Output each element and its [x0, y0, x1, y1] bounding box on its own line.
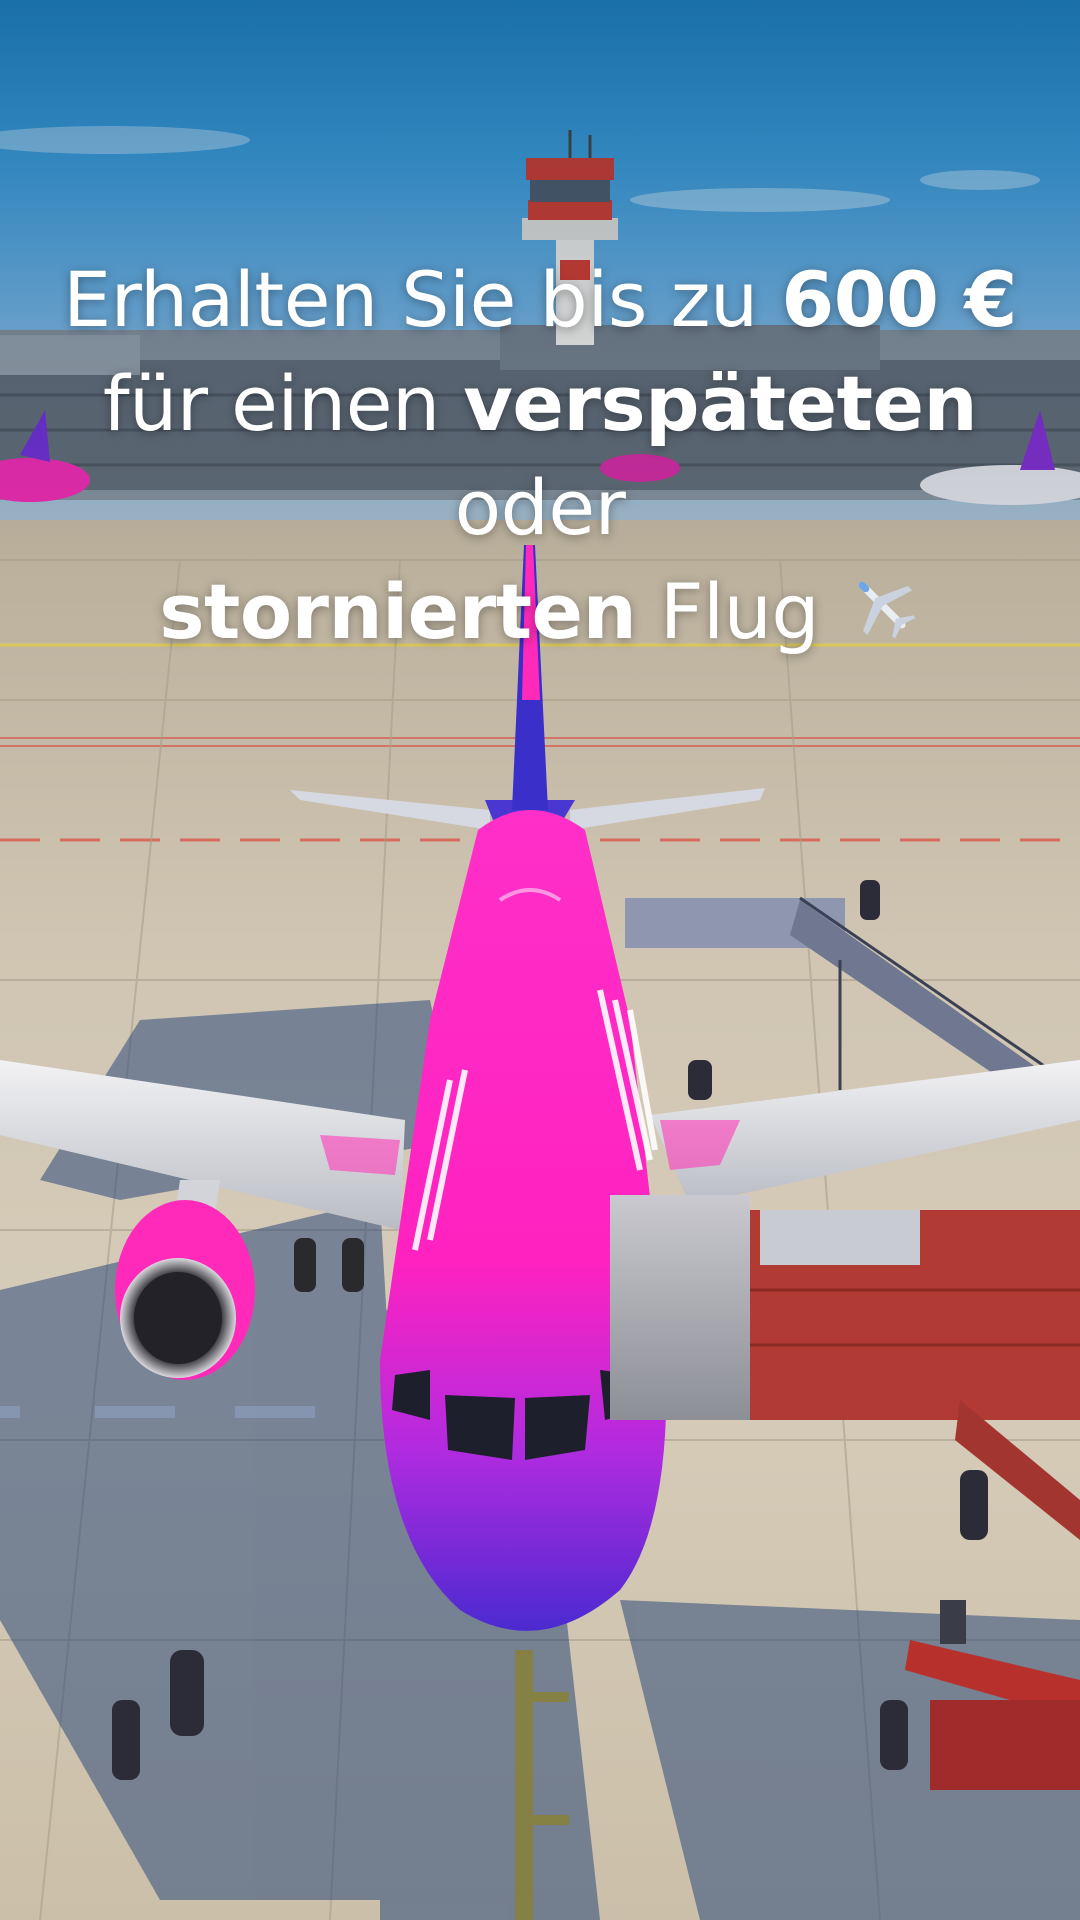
headline-line-2-text: für einen [102, 359, 464, 448]
headline-amount: 600 € [781, 255, 1017, 344]
headline-line-3: stornierten Flug [20, 560, 1060, 670]
right-wing [650, 1060, 1080, 1205]
headline-line-2-suffix: oder [454, 463, 626, 552]
promo-headline: Erhalten Sie bis zu 600 € für einen vers… [20, 248, 1060, 670]
boarding-stairs-upper [625, 896, 1051, 1090]
headline-line-1-text: Erhalten Sie bis zu [63, 255, 782, 344]
headline-line-2: für einen verspäteten oder [20, 352, 1060, 560]
ad-screen: Erhalten Sie bis zu 600 € für einen vers… [0, 0, 1080, 1920]
jet-bridge [610, 1195, 1080, 1540]
left-engine [115, 1180, 255, 1380]
headline-delayed: verspäteten [463, 359, 978, 448]
headline-line-1: Erhalten Sie bis zu 600 € [20, 248, 1060, 352]
airplane-icon [843, 566, 921, 670]
headline-cancelled: stornierten [159, 567, 637, 656]
headline-line-3-suffix: Flug [636, 567, 843, 656]
